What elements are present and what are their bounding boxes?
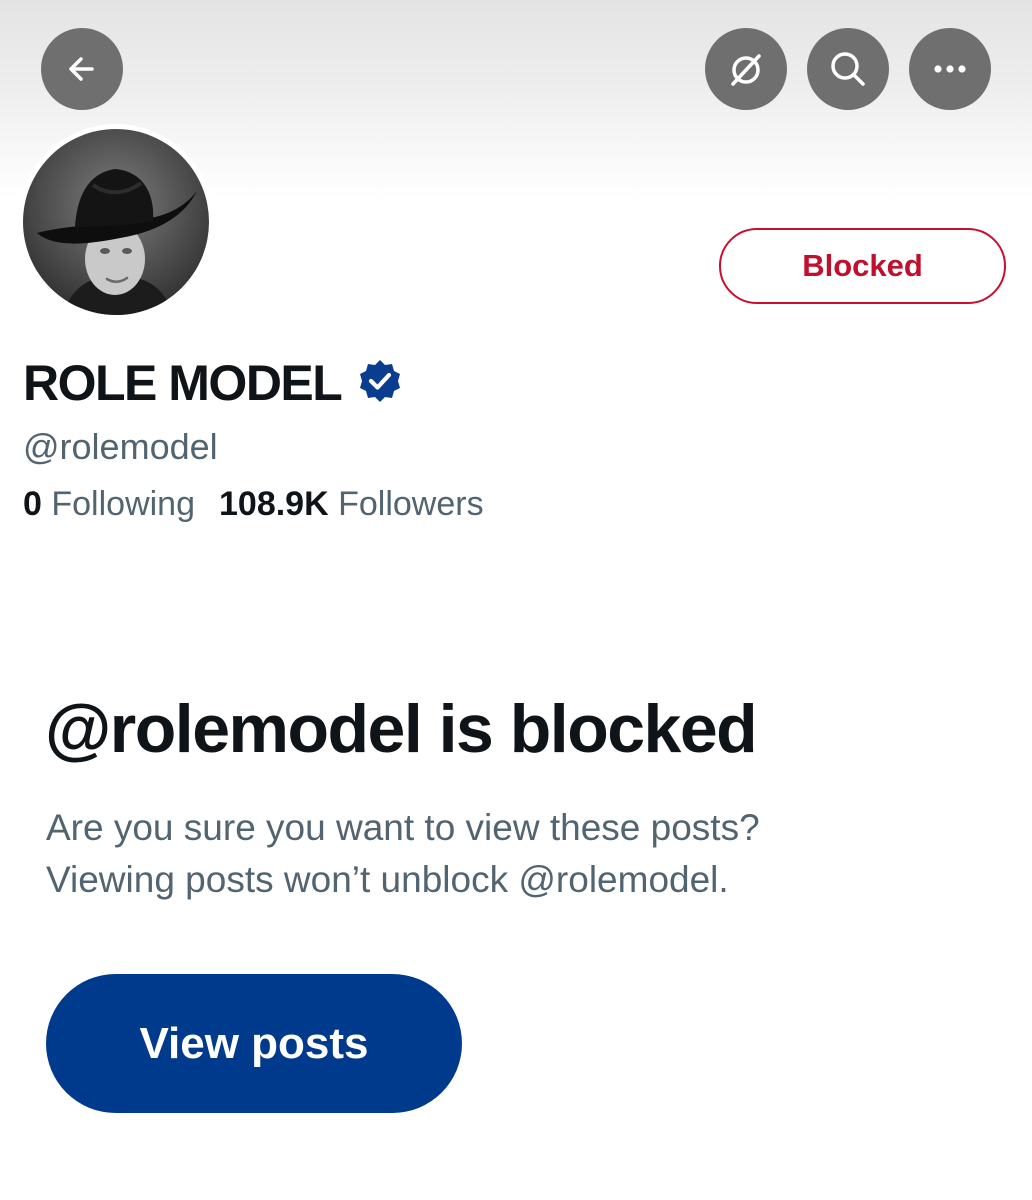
- blocked-message-line1: Are you sure you want to view these post…: [46, 807, 760, 848]
- avatar-photo: [23, 129, 209, 315]
- display-name: ROLE MODEL: [23, 355, 343, 411]
- blocked-message: Are you sure you want to view these post…: [46, 802, 946, 906]
- follow-stats: 0 Following 108.9K Followers: [23, 485, 484, 524]
- search-icon: [831, 52, 865, 86]
- followers-label: Followers: [338, 485, 484, 523]
- more-options-button[interactable]: [909, 28, 991, 110]
- following-label: Following: [51, 485, 195, 523]
- profile-handle: @rolemodel: [23, 426, 218, 467]
- arrow-left-icon: [69, 57, 94, 81]
- view-posts-button[interactable]: View posts: [46, 974, 462, 1113]
- verified-badge-icon[interactable]: [357, 358, 403, 409]
- search-button[interactable]: [807, 28, 889, 110]
- avatar[interactable]: [18, 124, 214, 320]
- grok-button[interactable]: [705, 28, 787, 110]
- blocked-title: @rolemodel is blocked: [45, 691, 758, 767]
- back-button[interactable]: [41, 28, 123, 110]
- more-dots-icon: [934, 65, 966, 73]
- slashed-circle-icon: [731, 54, 761, 86]
- following-link[interactable]: 0 Following: [23, 485, 195, 523]
- following-count: 0: [23, 485, 42, 523]
- display-name-row: ROLE MODEL: [23, 350, 403, 416]
- followers-count: 108.9K: [219, 485, 329, 523]
- blocked-message-line2: Viewing posts won’t unblock @rolemodel.: [46, 859, 729, 900]
- followers-link[interactable]: 108.9K Followers: [219, 485, 484, 523]
- blocked-button[interactable]: Blocked: [719, 228, 1006, 304]
